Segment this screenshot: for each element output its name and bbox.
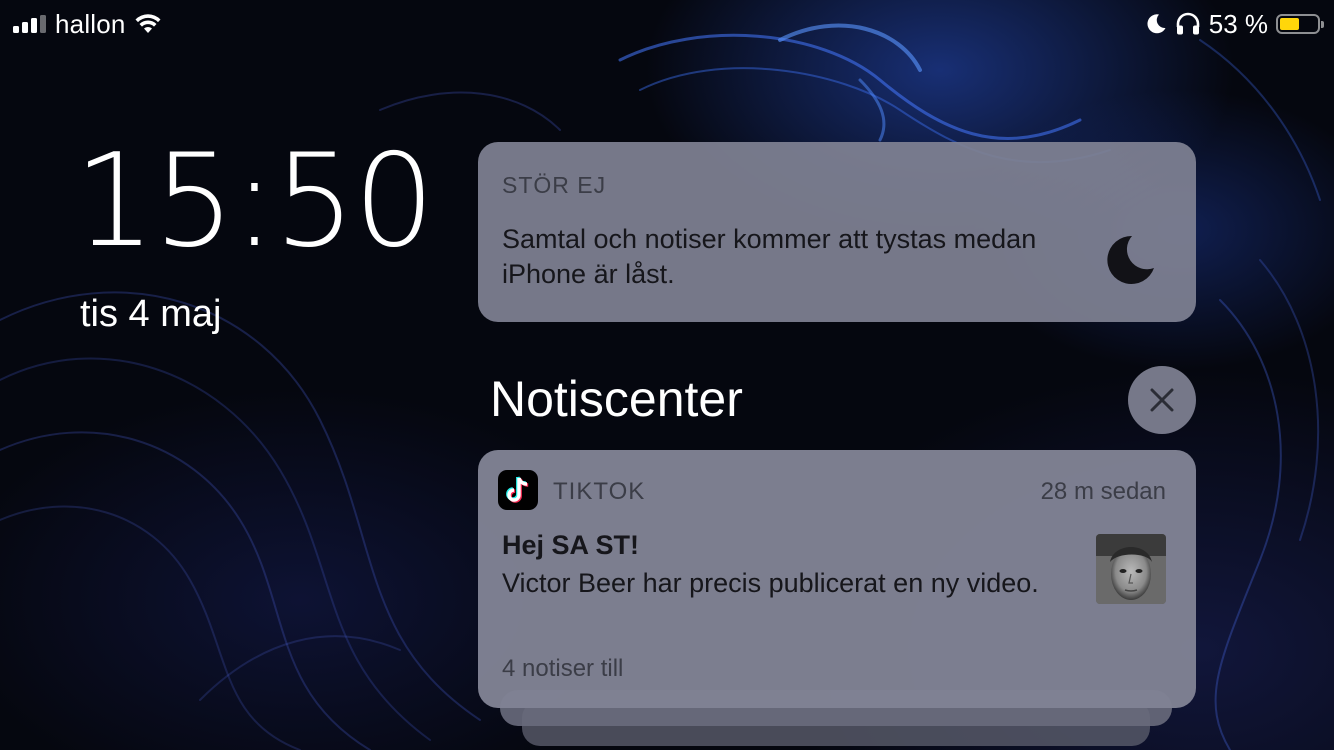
notification-app-name: TIKTOK <box>553 478 646 505</box>
lock-screen-date: tis 4 maj <box>80 293 222 335</box>
battery-level-fill <box>1280 18 1300 30</box>
signal-bars-icon <box>13 15 46 33</box>
dnd-message: Samtal och notiser kommer att tystas med… <box>502 224 1037 289</box>
close-icon <box>1150 388 1174 412</box>
battery-percentage: 53 % <box>1208 8 1268 39</box>
carrier-name: hallon <box>55 8 126 39</box>
moon-icon <box>1147 14 1166 34</box>
notification-title: Hej SA ST! <box>502 530 640 560</box>
lock-screen-time: 15:50 <box>74 127 435 276</box>
notification-body: Victor Beer har precis publicerat en ny … <box>502 568 1039 598</box>
clear-notifications-button[interactable] <box>1128 366 1196 434</box>
notification-center-title: Notiscenter <box>490 371 743 427</box>
status-bar-right: 53 % <box>1145 8 1324 40</box>
wifi-icon <box>135 14 161 33</box>
moon-icon <box>1107 235 1154 284</box>
do-not-disturb-card[interactable]: STÖR EJ Samtal och notiser kommer att ty… <box>478 142 1196 322</box>
more-notifications-count[interactable]: 4 notiser till <box>502 655 623 683</box>
dnd-header: STÖR EJ <box>502 172 607 198</box>
tiktok-notification[interactable]: TIKTOK 28 m sedan Hej SA ST! Victor Beer… <box>478 450 1196 708</box>
headphones-icon <box>1176 12 1200 35</box>
tiktok-logo-icon <box>498 470 538 510</box>
status-bar-left: hallon <box>13 8 161 40</box>
battery-icon <box>1276 14 1324 34</box>
notification-timestamp: 28 m sedan <box>1040 478 1166 505</box>
video-thumbnail <box>1096 534 1166 604</box>
